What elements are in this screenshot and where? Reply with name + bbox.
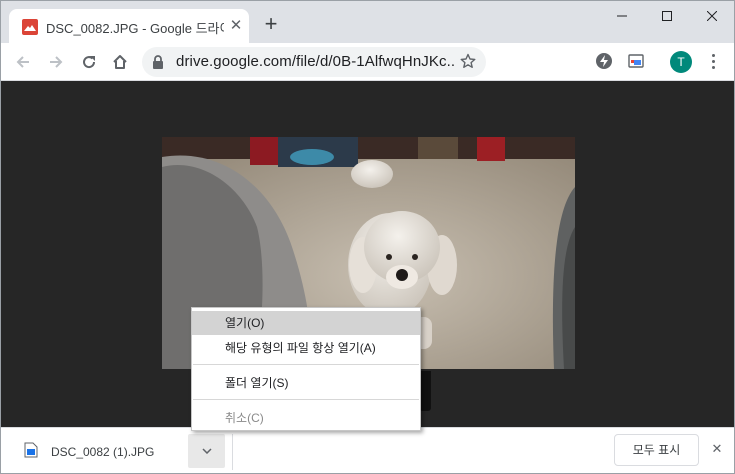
menu-item-always-open[interactable]: 해당 유형의 파일 항상 열기(A) — [192, 336, 420, 360]
arrow-left-icon — [16, 56, 29, 68]
browser-window: DSC_0082.JPG - Google 드라이브 ✕ + drive.goo… — [0, 0, 735, 474]
cast-extension-icon[interactable] — [628, 54, 644, 68]
shelf-divider — [232, 434, 233, 470]
menu-item-cancel[interactable]: 취소(C) — [192, 406, 420, 430]
close-shelf-icon[interactable]: ✕ — [709, 441, 725, 457]
bookmark-star-icon[interactable] — [460, 53, 476, 69]
download-shelf: DSC_0082 (1).JPG 모두 표시 ✕ — [1, 427, 734, 473]
download-context-menu: 열기(O) 해당 유형의 파일 항상 열기(A) 폴더 열기(S) 취소(C) — [191, 307, 421, 431]
menu-separator — [193, 364, 419, 365]
arrow-right-icon — [50, 56, 63, 68]
home-icon — [113, 55, 127, 69]
more-menu-icon[interactable] — [707, 52, 719, 72]
tab-strip: DSC_0082.JPG - Google 드라이브 ✕ + — [1, 1, 734, 43]
menu-item-show-in-folder[interactable]: 폴더 열기(S) — [192, 371, 420, 395]
reload-button[interactable] — [77, 50, 101, 74]
browser-toolbar: drive.google.com/file/d/0B-1AlfwqHnJKc..… — [1, 43, 734, 81]
tab-title: DSC_0082.JPG - Google 드라이브 — [46, 21, 224, 36]
minimize-button[interactable] — [599, 1, 644, 33]
minimize-icon — [616, 15, 627, 17]
maximize-button[interactable] — [644, 1, 689, 33]
reload-icon — [83, 56, 96, 69]
download-filename[interactable]: DSC_0082 (1).JPG — [51, 445, 154, 459]
image-file-icon — [22, 19, 38, 35]
back-button[interactable] — [11, 50, 35, 74]
extension-bolt-icon[interactable] — [596, 53, 612, 69]
address-bar[interactable]: drive.google.com/file/d/0B-1AlfwqHnJKc..… — [142, 47, 486, 77]
tab-close-icon[interactable]: ✕ — [227, 17, 245, 35]
new-tab-button[interactable]: + — [261, 13, 281, 36]
show-all-button[interactable]: 모두 표시 — [614, 434, 699, 466]
maximize-icon — [661, 11, 672, 21]
url-text: drive.google.com/file/d/0B-1AlfwqHnJKc..… — [176, 53, 456, 70]
chevron-down-icon — [201, 448, 212, 455]
lock-icon — [153, 55, 163, 69]
menu-item-open[interactable]: 열기(O) — [192, 311, 420, 335]
menu-separator — [193, 399, 419, 400]
profile-avatar[interactable]: T — [670, 51, 692, 73]
close-icon — [706, 10, 717, 22]
image-file-icon — [24, 442, 38, 458]
forward-button[interactable] — [44, 50, 68, 74]
home-button[interactable] — [108, 50, 132, 74]
active-tab[interactable]: DSC_0082.JPG - Google 드라이브 ✕ — [9, 9, 249, 43]
download-options-button[interactable] — [188, 434, 225, 468]
close-window-button[interactable] — [689, 1, 734, 33]
